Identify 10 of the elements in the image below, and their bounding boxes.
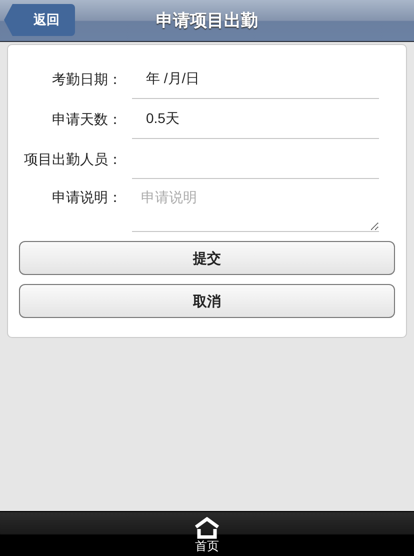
page-title: 申请项目出勤 [156, 10, 258, 32]
home-icon [194, 517, 220, 539]
form-button[interactable]: 取消 [19, 284, 395, 318]
back-button[interactable]: 返回 [4, 4, 75, 36]
field-label: 申请说明： [51, 188, 123, 207]
field-label: 项目出勤人员： [23, 150, 123, 168]
form-button[interactable]: 提交 [19, 241, 395, 275]
home-tab[interactable]: 首页 [194, 512, 220, 556]
field-label: 申请天数： [51, 110, 123, 128]
field-label: 考勤日期： [51, 70, 123, 88]
